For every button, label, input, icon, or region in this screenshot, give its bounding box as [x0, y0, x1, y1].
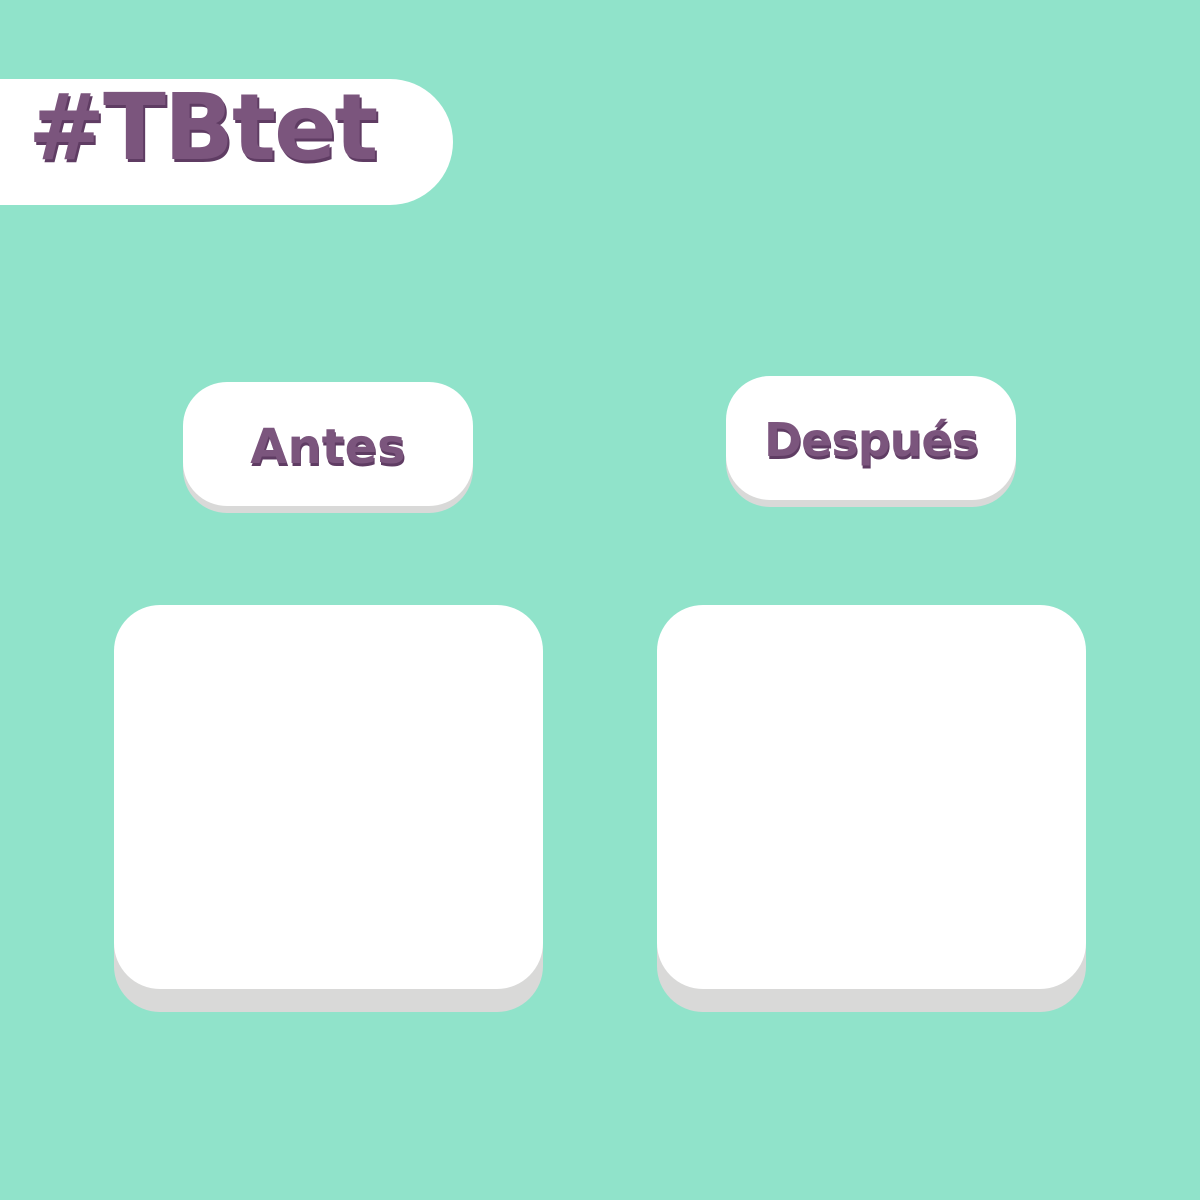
before-label-pill: Antes	[183, 382, 473, 506]
after-label: Después	[763, 413, 979, 467]
after-photo-placeholder	[657, 605, 1086, 989]
before-label: Antes	[250, 419, 406, 475]
before-photo-placeholder	[114, 605, 543, 989]
after-label-pill: Después	[726, 376, 1016, 500]
hashtag-title: #TBtet	[28, 74, 378, 181]
